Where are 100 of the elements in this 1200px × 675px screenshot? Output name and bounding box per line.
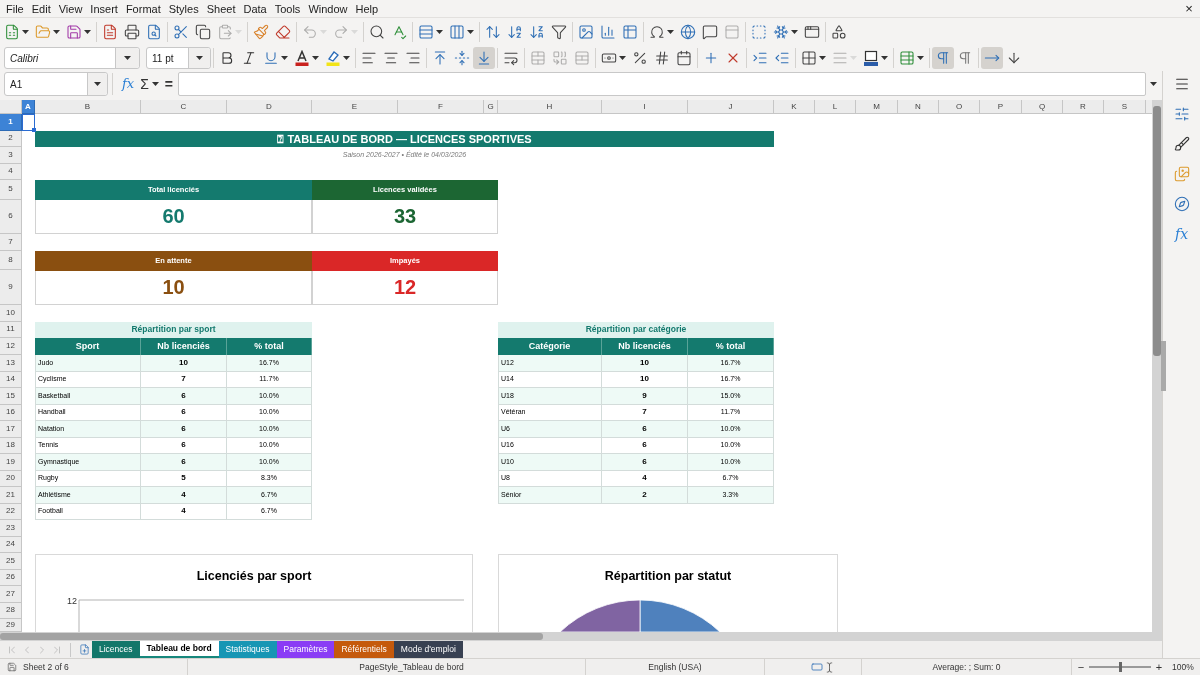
horizontal-scrollbar[interactable] bbox=[0, 632, 1162, 641]
row-header[interactable]: 8 bbox=[0, 251, 22, 270]
menu-item[interactable]: Insert bbox=[86, 0, 122, 17]
font-name-field[interactable]: Calibri bbox=[4, 47, 140, 69]
row-header[interactable]: 6 bbox=[0, 199, 22, 234]
redo-icon bbox=[333, 23, 349, 40]
formula-button[interactable]: = bbox=[161, 72, 176, 96]
language-text: English (USA) bbox=[648, 660, 702, 674]
dropdown-button[interactable] bbox=[188, 48, 210, 68]
table-cell: 6 bbox=[141, 388, 227, 405]
table-cell: 4 bbox=[141, 503, 227, 520]
row-header[interactable]: 25 bbox=[0, 553, 22, 570]
column-header[interactable]: S bbox=[1104, 100, 1146, 114]
column-header: Sport bbox=[35, 338, 141, 355]
column-header[interactable]: L bbox=[815, 100, 856, 114]
sheet-tab[interactable]: Tableau de bord bbox=[139, 641, 219, 658]
column-header[interactable]: D bbox=[227, 100, 312, 114]
column-header[interactable]: P bbox=[980, 100, 1022, 114]
column-header[interactable]: E bbox=[312, 100, 398, 114]
menu-item[interactable]: View bbox=[54, 0, 87, 17]
column-header[interactable]: B bbox=[35, 100, 141, 114]
column-header[interactable]: R bbox=[1063, 100, 1104, 114]
row-header[interactable]: 21 bbox=[0, 487, 22, 504]
column-header[interactable]: I bbox=[602, 100, 688, 114]
scrollbar-thumb[interactable] bbox=[1153, 106, 1161, 356]
percent-icon bbox=[632, 50, 648, 66]
name-box-field[interactable]: A1 bbox=[4, 72, 108, 96]
row-header[interactable]: 29 bbox=[0, 619, 22, 632]
align-bottom-button[interactable] bbox=[473, 47, 495, 69]
column-header[interactable]: K bbox=[774, 100, 815, 114]
column-header: % total bbox=[227, 338, 312, 355]
borders-icon bbox=[801, 50, 817, 66]
row-header[interactable]: 23 bbox=[0, 520, 22, 537]
row-header[interactable]: 9 bbox=[0, 270, 22, 305]
row-header[interactable]: 5 bbox=[0, 180, 22, 200]
chart-title: Licenciés par sport bbox=[195, 568, 313, 585]
kpi-value: 10 bbox=[35, 270, 312, 305]
menu-item[interactable]: Edit bbox=[27, 0, 55, 17]
menu-item[interactable]: Format bbox=[121, 0, 165, 17]
row-header[interactable]: 3 bbox=[0, 147, 22, 164]
menu-item[interactable]: Sheet bbox=[202, 0, 240, 17]
column-header[interactable]: F bbox=[398, 100, 484, 114]
column-header[interactable]: A bbox=[22, 100, 35, 114]
add-sheet-button[interactable] bbox=[77, 642, 91, 657]
dropdown-button[interactable] bbox=[115, 48, 139, 68]
row-header[interactable]: 1 bbox=[0, 114, 22, 131]
paintbrush-icon bbox=[253, 23, 269, 40]
menu-item[interactable]: Window bbox=[304, 0, 352, 17]
caret-icon bbox=[281, 56, 288, 60]
vertical-scrollbar[interactable] bbox=[1152, 100, 1162, 632]
column-header[interactable]: J bbox=[688, 100, 774, 114]
align-center-icon bbox=[383, 50, 399, 66]
merge-cells-icon bbox=[530, 50, 546, 66]
sheet-tab[interactable]: Mode d'emploi bbox=[393, 641, 463, 658]
search-icon bbox=[369, 23, 385, 40]
formula-input-field[interactable] bbox=[178, 72, 1146, 96]
menu-item[interactable]: Styles bbox=[164, 0, 203, 17]
sheet-tab[interactable]: Paramètres bbox=[276, 641, 335, 658]
row-header[interactable]: 27 bbox=[0, 586, 22, 603]
column-header[interactable]: O bbox=[939, 100, 980, 114]
column-header[interactable]: G bbox=[484, 100, 498, 114]
column-header[interactable]: N bbox=[898, 100, 939, 114]
sheet-tab[interactable]: Licences bbox=[92, 641, 140, 658]
sum-button[interactable]: Σ bbox=[137, 72, 162, 96]
function-wizard-button[interactable]: fx bbox=[119, 72, 138, 96]
plus-icon bbox=[703, 50, 719, 66]
row-header[interactable]: 15 bbox=[0, 388, 22, 405]
zoom-out-button[interactable]: − bbox=[1076, 660, 1086, 674]
document-icon bbox=[102, 23, 118, 40]
caret-icon bbox=[667, 29, 674, 34]
row-header[interactable]: 13 bbox=[0, 355, 22, 372]
row-header[interactable]: 12 bbox=[0, 338, 22, 355]
functions-button[interactable]: fx bbox=[1170, 223, 1193, 245]
left-to-right-button[interactable] bbox=[932, 47, 954, 69]
scrollbar-thumb[interactable] bbox=[0, 633, 543, 640]
cell-cursor[interactable] bbox=[22, 114, 35, 131]
menu-item[interactable]: Data bbox=[239, 0, 271, 17]
slider-thumb[interactable] bbox=[1118, 662, 1122, 672]
row-header[interactable]: 7 bbox=[0, 234, 22, 251]
caret-icon bbox=[235, 29, 242, 34]
sidebar-collapse-handle[interactable] bbox=[1161, 341, 1166, 391]
font-color-icon bbox=[294, 50, 310, 66]
sheet-tab[interactable]: Référentiels bbox=[334, 641, 394, 658]
menu-item[interactable]: Tools bbox=[270, 0, 305, 17]
close-document-button[interactable]: × bbox=[1182, 1, 1196, 16]
column-header[interactable]: Q bbox=[1022, 100, 1063, 114]
table-cell: 6 bbox=[141, 421, 227, 438]
zoom-in-button[interactable]: + bbox=[1154, 660, 1164, 674]
font-size-field[interactable]: 11 pt bbox=[146, 47, 211, 69]
menu-item[interactable]: File bbox=[2, 0, 28, 17]
row-header[interactable]: 19 bbox=[0, 454, 22, 471]
dropdown-button[interactable] bbox=[87, 73, 107, 95]
menu-item[interactable]: Help bbox=[351, 0, 383, 17]
axis-tick-label: 12 bbox=[67, 595, 77, 606]
column-header[interactable]: H bbox=[498, 100, 602, 114]
table-icon bbox=[622, 23, 638, 40]
row-header[interactable]: 17 bbox=[0, 421, 22, 438]
column-header[interactable]: M bbox=[856, 100, 898, 114]
column-header[interactable]: C bbox=[141, 100, 227, 114]
row-header[interactable]: 10 bbox=[0, 305, 22, 322]
